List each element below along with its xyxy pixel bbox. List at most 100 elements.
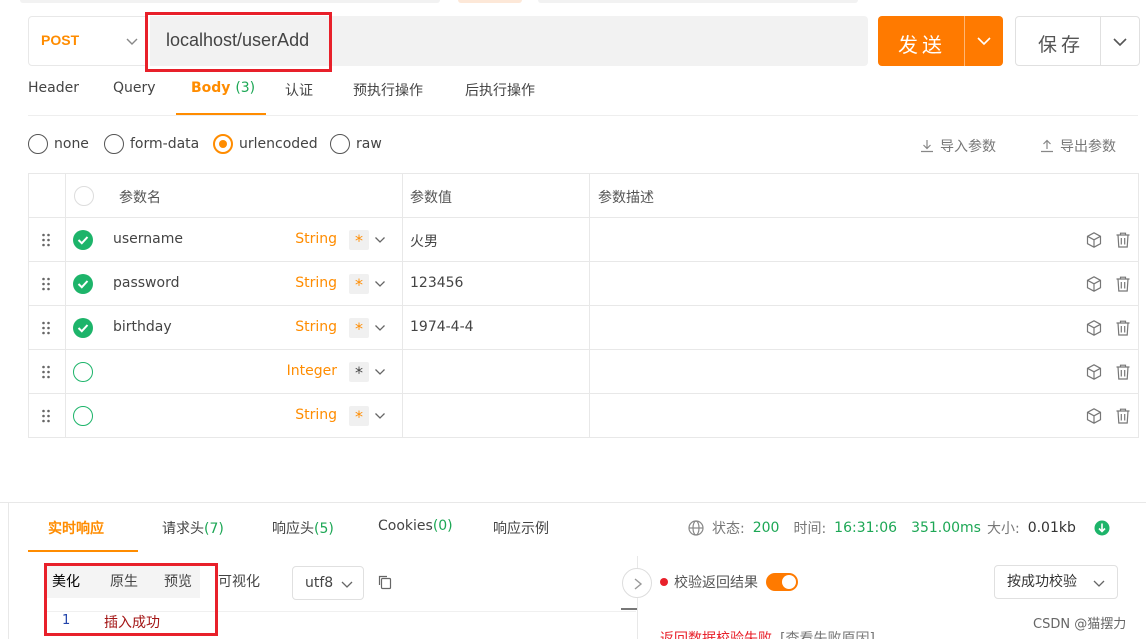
tab-auth[interactable]: 认证 (285, 80, 313, 100)
param-type[interactable]: String (257, 275, 337, 291)
cube-icon[interactable] (1085, 231, 1103, 249)
required-toggle[interactable]: * (349, 274, 369, 294)
method-select[interactable]: POST (28, 16, 148, 66)
tab-count: (5) (314, 521, 334, 537)
save-button[interactable]: 保存 (1015, 16, 1140, 66)
required-toggle[interactable]: * (349, 230, 369, 250)
trash-icon[interactable] (1114, 231, 1132, 249)
required-toggle[interactable]: * (349, 362, 369, 382)
trash-icon[interactable] (1114, 275, 1132, 293)
export-params-button[interactable]: 导出参数 (1040, 136, 1116, 156)
copy-icon[interactable] (377, 574, 393, 590)
radio-circle (213, 134, 233, 154)
download-icon[interactable] (1094, 520, 1110, 536)
table-row: birthday String * 1974-4-4 (29, 306, 1138, 350)
radio-none[interactable]: none (28, 133, 89, 155)
verify-toggle[interactable] (766, 573, 798, 591)
tab-response-example[interactable]: 响应示例 (493, 518, 549, 538)
tab-request-headers[interactable]: 请求头(7) (162, 518, 224, 538)
tab-header[interactable]: Header (28, 80, 79, 96)
trash-icon[interactable] (1114, 363, 1132, 381)
format-beautify[interactable]: 美化 (44, 566, 88, 598)
duration-value: 351.00ms (911, 520, 981, 536)
drag-handle-icon[interactable] (41, 276, 51, 292)
row-checkbox[interactable] (73, 274, 93, 294)
error-detail-link[interactable]: [查看失败原因] (780, 631, 875, 639)
chevron-down-icon[interactable] (1112, 35, 1128, 49)
radio-form-data[interactable]: form-data (104, 133, 199, 155)
radio-label: form-data (130, 136, 200, 152)
param-type[interactable]: String (257, 319, 337, 335)
param-type[interactable]: String (257, 407, 337, 423)
chevron-down-icon[interactable] (374, 278, 386, 290)
header-param-name: 参数名 (119, 190, 161, 206)
verify-mode-value: 按成功校验 (1007, 574, 1077, 590)
response-left-border (8, 502, 9, 639)
tab-realtime-response[interactable]: 实时响应 (48, 518, 104, 538)
chevron-down-icon[interactable] (374, 322, 386, 334)
format-visualize[interactable]: 可视化 (200, 566, 268, 598)
scroll-indicator[interactable] (621, 608, 637, 610)
param-name[interactable]: birthday (113, 319, 172, 335)
watermark: CSDN @猫摆力 (1033, 617, 1127, 632)
param-type[interactable]: Integer (257, 363, 337, 379)
verify-mode-select[interactable]: 按成功校验 (994, 565, 1118, 599)
url-input[interactable]: localhost/userAdd (150, 16, 868, 66)
param-value[interactable]: 火男 (410, 231, 438, 251)
import-icon (921, 140, 933, 153)
tab-cookies[interactable]: Cookies(0) (378, 518, 453, 534)
tab-query[interactable]: Query (113, 80, 156, 96)
tab-pre-script[interactable]: 预执行操作 (353, 80, 423, 100)
cube-icon[interactable] (1085, 407, 1103, 425)
verify-label: 校验返回结果 (674, 575, 758, 591)
required-toggle[interactable]: * (349, 406, 369, 426)
required-toggle[interactable]: * (349, 318, 369, 338)
tab-response-headers[interactable]: 响应头(5) (272, 518, 334, 538)
top-strip-segment (458, 0, 522, 3)
select-all-checkbox[interactable] (74, 186, 94, 206)
active-response-tab-indicator (28, 550, 138, 552)
drag-handle-icon[interactable] (41, 320, 51, 336)
column-divider (402, 306, 403, 349)
format-preview[interactable]: 预览 (146, 566, 200, 598)
trash-icon[interactable] (1114, 319, 1132, 337)
param-name[interactable]: password (113, 275, 179, 291)
table-row: username String * 火男 (29, 218, 1138, 262)
tab-label: Header (28, 80, 79, 96)
tab-post-script[interactable]: 后执行操作 (465, 80, 535, 100)
drag-handle-icon[interactable] (41, 232, 51, 248)
row-checkbox[interactable] (73, 406, 93, 426)
radio-raw[interactable]: raw (330, 133, 382, 155)
encoding-select[interactable]: utf8 (292, 566, 364, 600)
param-type[interactable]: String (257, 231, 337, 247)
cube-icon[interactable] (1085, 363, 1103, 381)
trash-icon[interactable] (1114, 407, 1132, 425)
tab-body[interactable]: Body (3) (191, 80, 255, 96)
param-value[interactable]: 123456 (410, 275, 463, 291)
cube-icon[interactable] (1085, 275, 1103, 293)
error-text: 返回数据校验失败 (660, 631, 772, 639)
drag-handle-icon[interactable] (41, 364, 51, 380)
row-checkbox[interactable] (73, 318, 93, 338)
format-raw[interactable]: 原生 (88, 566, 146, 598)
export-label: 导出参数 (1060, 139, 1116, 155)
top-strip-segment (20, 0, 440, 3)
radio-urlencoded[interactable]: urlencoded (213, 133, 318, 155)
chevron-down-icon[interactable] (976, 34, 992, 48)
body-type-radios: none form-data urlencoded raw 导入参数 导出参数 (28, 133, 1138, 157)
chevron-down-icon[interactable] (374, 366, 386, 378)
send-button[interactable]: 发送 (878, 16, 1003, 66)
param-value[interactable]: 1974-4-4 (410, 319, 474, 335)
row-checkbox[interactable] (73, 230, 93, 250)
chevron-down-icon (126, 38, 138, 45)
param-name[interactable]: username (113, 231, 183, 247)
import-params-button[interactable]: 导入参数 (920, 136, 996, 156)
send-label: 发送 (898, 33, 946, 57)
cube-icon[interactable] (1085, 319, 1103, 337)
collapse-panel-button[interactable] (622, 568, 652, 598)
drag-handle-icon[interactable] (41, 408, 51, 424)
chevron-down-icon[interactable] (374, 410, 386, 422)
chevron-down-icon[interactable] (374, 234, 386, 246)
row-checkbox[interactable] (73, 362, 93, 382)
column-divider (402, 262, 403, 305)
